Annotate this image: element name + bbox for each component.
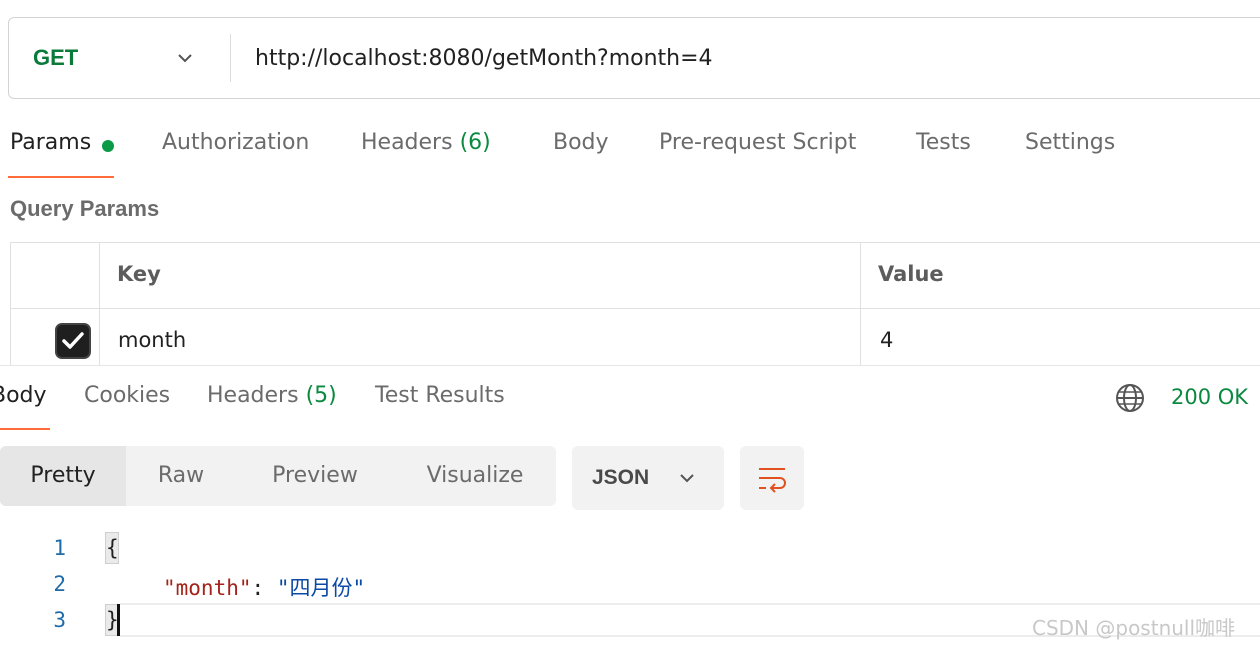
code-open-brace: { bbox=[106, 536, 119, 560]
tab-headers-label: Headers bbox=[361, 130, 453, 155]
tab-params-label: Params bbox=[10, 130, 92, 155]
checkmark-icon bbox=[62, 332, 84, 349]
tab-pre-request-label: Pre-request Script bbox=[659, 130, 857, 155]
tab-tests[interactable]: Tests bbox=[916, 130, 971, 155]
view-mode-preview[interactable]: Preview bbox=[236, 446, 394, 506]
response-status[interactable]: 200 OK bbox=[1171, 385, 1248, 409]
format-select-value: JSON bbox=[592, 466, 650, 489]
tab-authorization-label: Authorization bbox=[162, 130, 310, 155]
param-key-cell[interactable]: month bbox=[118, 328, 186, 352]
table-col-divider bbox=[860, 242, 861, 366]
chevron-down-icon bbox=[680, 474, 694, 483]
line-number: 1 bbox=[53, 536, 66, 560]
column-header-key: Key bbox=[117, 262, 161, 286]
query-params-title: Query Params bbox=[10, 196, 160, 221]
line-number: 2 bbox=[53, 572, 66, 596]
response-headers-label: Headers bbox=[207, 383, 299, 408]
url-bar: GET bbox=[8, 17, 1260, 99]
tab-tests-label: Tests bbox=[916, 130, 971, 155]
globe-icon[interactable] bbox=[1114, 382, 1146, 414]
tab-headers[interactable]: Headers (6) bbox=[361, 130, 491, 155]
code-line: "month": "四月份" bbox=[163, 572, 365, 602]
table-header-divider bbox=[10, 308, 1260, 309]
tab-settings[interactable]: Settings bbox=[1025, 130, 1115, 155]
params-indicator-dot bbox=[102, 140, 114, 152]
table-col-divider bbox=[99, 242, 100, 366]
param-enabled-checkbox[interactable] bbox=[55, 323, 91, 359]
tab-body[interactable]: Body bbox=[553, 130, 609, 155]
wrap-lines-icon bbox=[759, 468, 786, 493]
json-colon: : bbox=[251, 576, 277, 600]
response-divider bbox=[0, 365, 1260, 366]
url-divider bbox=[230, 34, 231, 82]
tab-authorization[interactable]: Authorization bbox=[162, 130, 309, 155]
line-number: 3 bbox=[53, 608, 66, 632]
tab-settings-label: Settings bbox=[1025, 130, 1116, 155]
url-input[interactable] bbox=[255, 38, 1155, 78]
tab-pre-request-script[interactable]: Pre-request Script bbox=[659, 130, 856, 155]
headers-count: (6) bbox=[459, 130, 491, 155]
response-tab-body[interactable]: Body bbox=[0, 383, 47, 408]
active-response-tab-underline bbox=[0, 428, 50, 430]
text-cursor bbox=[117, 604, 120, 636]
params-table bbox=[10, 242, 1260, 366]
view-mode-pretty[interactable]: Pretty bbox=[0, 446, 126, 506]
response-tab-cookies[interactable]: Cookies bbox=[84, 383, 170, 408]
view-mode-visualize[interactable]: Visualize bbox=[394, 446, 556, 506]
response-headers-count: (5) bbox=[305, 383, 337, 408]
json-value: "四月份" bbox=[276, 576, 366, 600]
param-value-cell[interactable]: 4 bbox=[880, 328, 893, 352]
tab-params[interactable]: Params bbox=[10, 130, 91, 155]
response-tab-headers[interactable]: Headers (5) bbox=[207, 383, 337, 408]
tab-body-label: Body bbox=[553, 130, 609, 155]
active-tab-underline bbox=[8, 176, 114, 178]
view-mode-raw[interactable]: Raw bbox=[126, 446, 236, 506]
method-select[interactable]: GET bbox=[33, 18, 78, 98]
chevron-down-icon[interactable] bbox=[175, 48, 195, 68]
watermark: CSDN @postnull咖啡 bbox=[1032, 616, 1236, 640]
column-header-value: Value bbox=[878, 262, 944, 286]
json-key: "month" bbox=[163, 576, 252, 600]
response-tab-test-results[interactable]: Test Results bbox=[375, 383, 505, 408]
